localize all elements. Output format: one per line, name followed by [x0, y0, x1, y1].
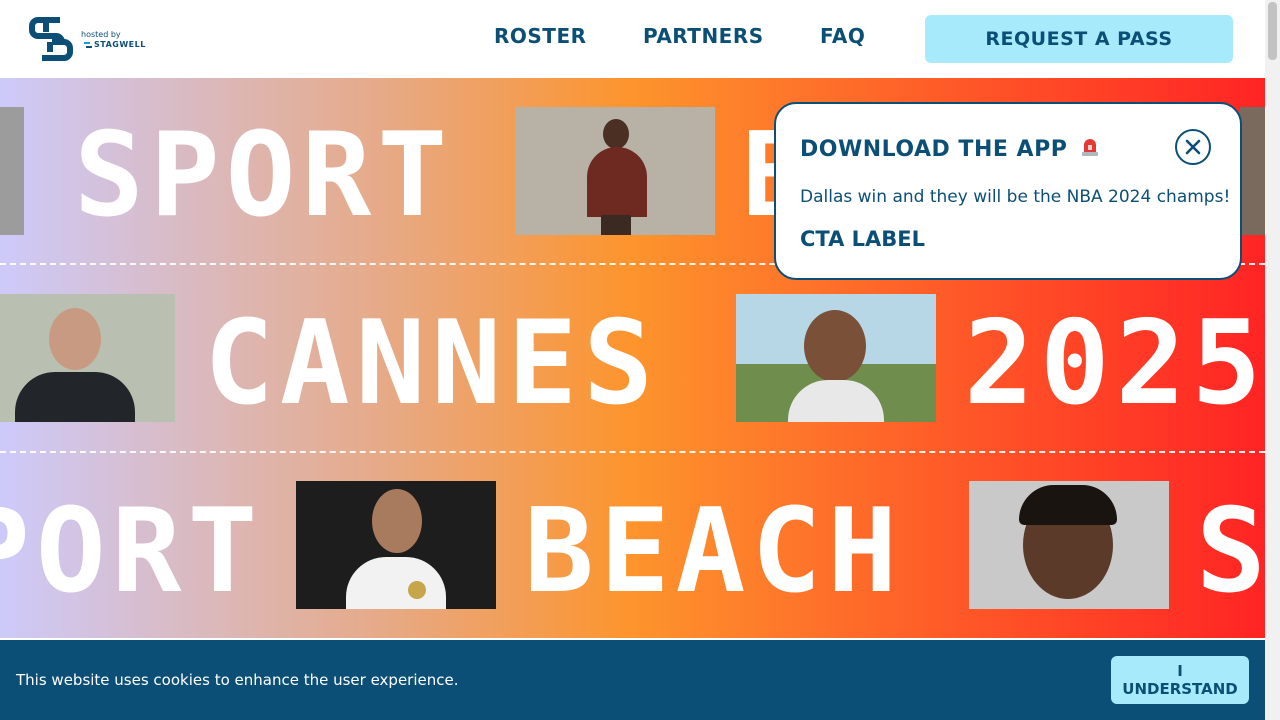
cookie-consent-bar: This website uses cookies to enhance the…: [0, 640, 1265, 720]
hero-word-2025: 2025: [964, 296, 1265, 431]
stagwell-brand: STAGWELL: [94, 40, 146, 49]
page-scrollbar[interactable]: [1265, 0, 1280, 720]
sport-beach-logo[interactable]: [26, 14, 76, 64]
download-app-popup: DOWNLOAD THE APP Dallas win and they wil…: [774, 102, 1242, 280]
hosted-by-label: hosted by: [81, 30, 121, 39]
hero-word-s-partial: S: [1196, 484, 1265, 619]
nav-faq[interactable]: FAQ: [820, 24, 865, 48]
accept-cookies-button[interactable]: I UNDERSTAND: [1111, 656, 1249, 704]
hero-word-sport-partial: PORT: [0, 484, 264, 619]
popup-title: DOWNLOAD THE APP: [800, 136, 1100, 162]
hero-word-cannes: CANNES: [204, 296, 660, 431]
athlete-photo: [515, 107, 715, 235]
close-icon: [1185, 139, 1201, 155]
site-header: hosted by STAGWELL ROSTER PARTNERS FAQ R…: [0, 0, 1265, 78]
athlete-photo: [0, 294, 175, 422]
athlete-photo: [736, 294, 936, 422]
close-popup-button[interactable]: [1175, 129, 1211, 165]
siren-icon: [1081, 139, 1098, 156]
popup-cta-link[interactable]: CTA LABEL: [800, 227, 925, 251]
dashed-divider: [0, 451, 1265, 453]
athlete-photo: [296, 481, 496, 609]
athlete-photo: [1240, 107, 1265, 235]
popup-title-text: DOWNLOAD THE APP: [800, 137, 1068, 162]
hero-word-sport: SPORT: [74, 108, 454, 243]
request-pass-button[interactable]: REQUEST A PASS: [925, 15, 1233, 63]
athlete-photo: [0, 107, 24, 235]
hero-word-beach: BEACH: [524, 484, 904, 619]
stagwell-logo-icon: [84, 42, 92, 48]
nav-roster[interactable]: ROSTER: [494, 24, 587, 48]
scrollbar-thumb[interactable]: [1268, 2, 1277, 60]
athlete-photo: [969, 481, 1169, 609]
nav-partners[interactable]: PARTNERS: [643, 24, 764, 48]
cookie-message: This website uses cookies to enhance the…: [16, 671, 459, 689]
popup-message: Dallas win and they will be the NBA 2024…: [800, 187, 1231, 207]
